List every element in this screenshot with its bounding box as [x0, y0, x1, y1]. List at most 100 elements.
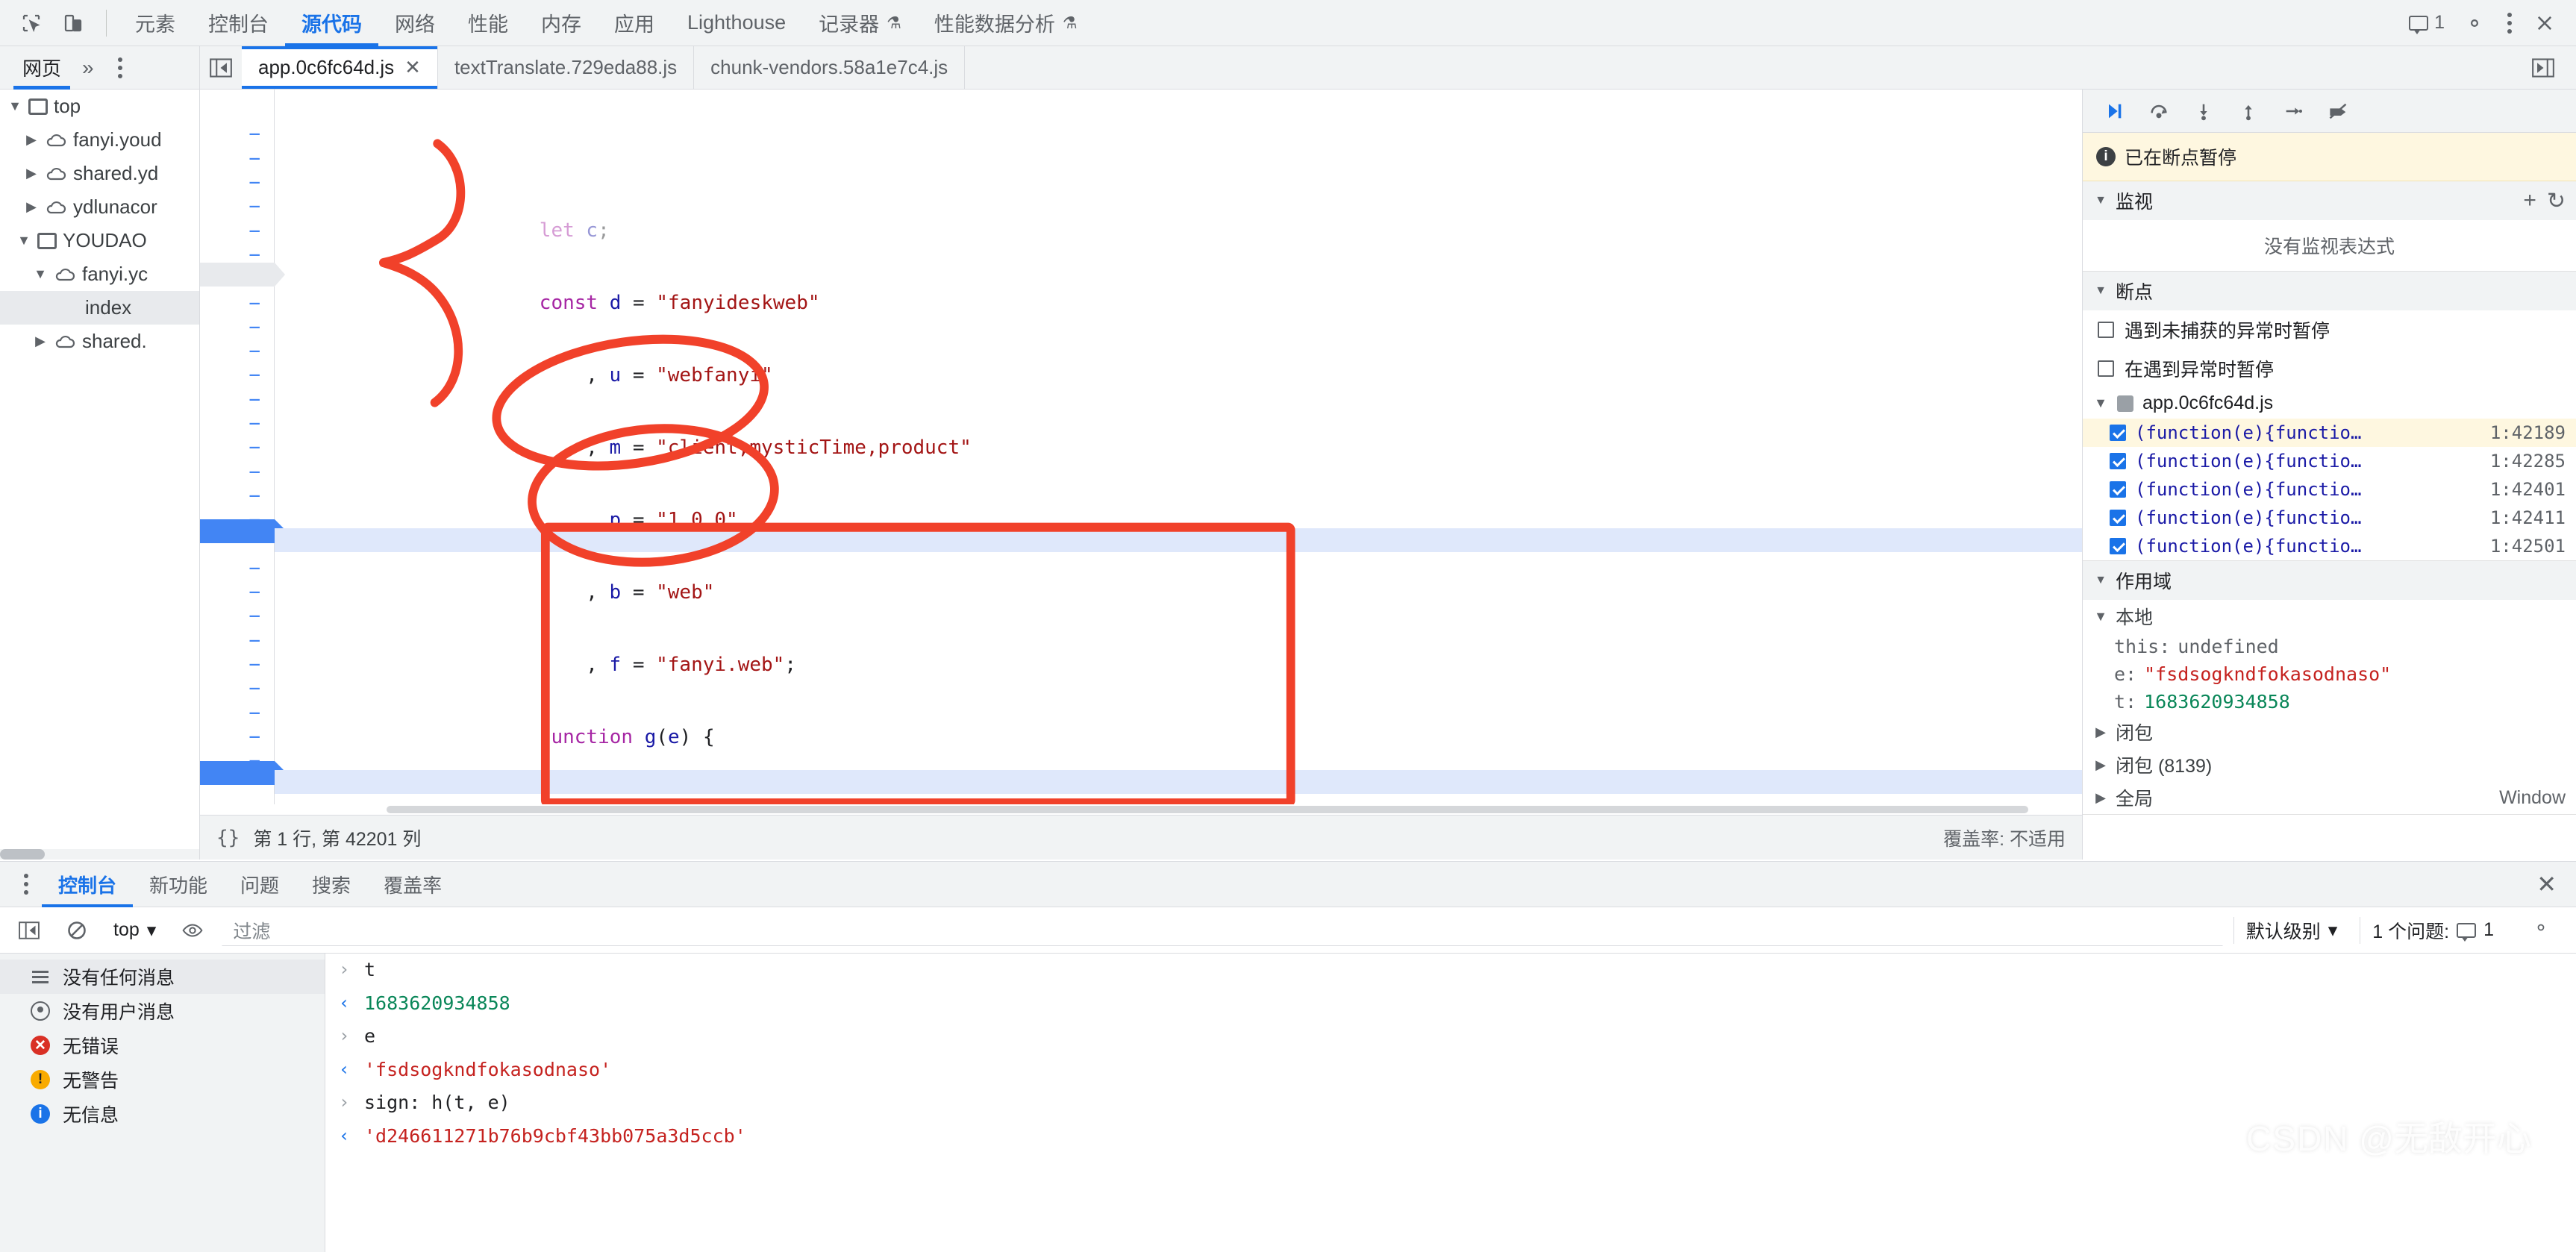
code-line[interactable]: return r.a.createHash("md5").update(e).d… — [275, 798, 2082, 804]
watch-section-header[interactable]: 监视 + ↻ — [2083, 181, 2576, 220]
code-content[interactable]: let c; const d = "fanyideskweb" , u = "w… — [275, 90, 2082, 804]
scope-var-t[interactable]: t: 1683620934858 — [2083, 688, 2576, 716]
tree-item-shared-yd[interactable]: shared.yd — [0, 157, 199, 190]
gutter-line[interactable]: − — [200, 171, 274, 195]
gutter-line[interactable]: − — [200, 629, 274, 653]
console-sidebar-icon[interactable] — [10, 913, 48, 948]
panel-tab-lighthouse[interactable]: Lighthouse — [671, 0, 802, 46]
panel-tab-elements[interactable]: 元素 — [119, 0, 192, 46]
panel-tab-sources[interactable]: 源代码 — [285, 0, 378, 46]
code-line[interactable]: , u = "webfanyi" — [275, 363, 2082, 387]
navigator-file-tree[interactable]: top fanyi.youd shared.yd ydlunacor — [0, 90, 200, 860]
gutter-line[interactable]: − — [200, 291, 274, 315]
scope-group-closure-8139[interactable]: 闭包 (8139) — [2083, 748, 2576, 781]
editor-horizontal-scrollbar[interactable] — [200, 804, 2082, 815]
pretty-print-icon[interactable]: {} — [216, 827, 240, 849]
line-number-gutter[interactable]: − − − − − − − − − − − − − − − − − − − − — [200, 90, 287, 804]
chevron-right-icon[interactable] — [24, 166, 39, 181]
close-icon[interactable]: ✕ — [404, 56, 421, 79]
code-line[interactable]: let c; — [275, 219, 2082, 242]
drawer-tab-whats-new[interactable]: 新功能 — [133, 861, 224, 907]
chevron-down-icon[interactable] — [2093, 284, 2108, 298]
checkbox[interactable] — [2098, 360, 2114, 377]
console-log-row[interactable]: ‹ 'd246611271b76b9cbf43bb075a3d5ccb' — [325, 1120, 2576, 1154]
kebab-menu-icon[interactable] — [2495, 12, 2524, 34]
chevron-down-icon[interactable] — [16, 233, 31, 248]
gutter-line[interactable]: − — [200, 147, 274, 171]
scope-var-this[interactable]: this: undefined — [2083, 633, 2576, 660]
breakpoint-item[interactable]: (function(e){functio… 1:42411 — [2083, 504, 2576, 532]
gear-icon[interactable] — [2454, 4, 2495, 43]
code-line[interactable]: , p = "1.0.0" — [275, 508, 2082, 532]
clear-console-icon[interactable] — [58, 913, 96, 948]
panel-tab-performance-insights[interactable]: 性能数据分析 ⚗ — [918, 0, 1094, 46]
refresh-icon[interactable]: ↻ — [2547, 188, 2566, 214]
scrollbar-thumb[interactable] — [387, 806, 2028, 813]
device-toolbar-icon[interactable] — [52, 4, 94, 43]
chevron-right-icon[interactable] — [2093, 790, 2108, 806]
gutter-line[interactable]: − — [200, 677, 274, 701]
gutter-line[interactable]: − — [200, 580, 274, 604]
code-line[interactable]: , b = "web" — [275, 580, 2082, 604]
editor-tab-chunk-vendors-js[interactable]: chunk-vendors.58a1e7c4.js — [694, 46, 966, 89]
step-into-icon[interactable] — [2183, 94, 2225, 128]
tree-item-index[interactable]: index — [0, 291, 199, 325]
console-log-row[interactable]: ‹ 'fsdsogkndfokasodnaso' — [325, 1054, 2576, 1087]
close-icon[interactable] — [2524, 4, 2566, 43]
console-log-row[interactable]: › sign: h(t, e) — [325, 1086, 2576, 1120]
console-log-list[interactable]: › t ‹ 1683620934858 › e ‹ 'fsdsogkndfoka… — [325, 954, 2576, 1252]
gutter-line[interactable]: − — [200, 122, 274, 146]
editor-tab-app-js[interactable]: app.0c6fc64d.js ✕ — [242, 46, 438, 89]
code-area[interactable]: − − − − − − − − − − − − − − − − − − − − — [200, 90, 2082, 804]
console-log-row[interactable]: › t — [325, 954, 2576, 987]
console-sidebar-item-user[interactable]: 没有用户消息 — [0, 994, 325, 1028]
scope-group-global[interactable]: 全局 Window — [2083, 781, 2576, 814]
close-icon[interactable]: ✕ — [2517, 870, 2576, 898]
breakpoint-file-group[interactable]: app.0c6fc64d.js — [2083, 388, 2576, 419]
tree-item-ydlunacor[interactable]: ydlunacor — [0, 190, 199, 224]
console-sidebar-item-warnings[interactable]: ! 无警告 — [0, 1062, 325, 1097]
scope-group-closure[interactable]: 闭包 — [2083, 716, 2576, 748]
resume-script-icon[interactable] — [2093, 94, 2135, 128]
chevron-down-icon[interactable] — [2093, 194, 2108, 207]
tree-item-shared[interactable]: shared. — [0, 325, 199, 358]
code-line[interactable]: , f = "fanyi.web"; — [275, 653, 2082, 677]
gutter-line[interactable]: − — [200, 412, 274, 436]
gutter-line[interactable]: − — [200, 363, 274, 387]
panel-tab-performance[interactable]: 性能 — [451, 0, 525, 46]
show-debugger-sidebar-icon[interactable] — [2522, 57, 2564, 78]
checkbox[interactable] — [2110, 453, 2126, 469]
navigator-horizontal-scrollbar[interactable] — [0, 849, 199, 860]
tree-item-fanyi-yc[interactable]: fanyi.yc — [0, 257, 199, 291]
gutter-line[interactable]: − — [200, 484, 274, 508]
checkbox[interactable] — [2098, 322, 2114, 338]
console-issues-link[interactable]: 1 个问题: 1 — [2360, 916, 2506, 944]
tree-item-youdao[interactable]: YOUDAO — [0, 224, 199, 257]
more-tabs-icon[interactable]: » — [73, 56, 103, 80]
deactivate-breakpoints-icon[interactable] — [2317, 94, 2359, 128]
gutter-line[interactable]: − — [200, 557, 274, 580]
gutter-line[interactable]: − — [200, 219, 274, 242]
gutter-line[interactable]: − — [200, 436, 274, 460]
drawer-tab-issues[interactable]: 问题 — [224, 861, 296, 907]
panel-tab-application[interactable]: 应用 — [598, 0, 671, 46]
tree-item-fanyi-youdao[interactable]: fanyi.youd — [0, 123, 199, 157]
gutter-line[interactable]: − — [200, 725, 274, 749]
panel-tab-console[interactable]: 控制台 — [192, 0, 285, 46]
code-line[interactable]: , m = "client,mysticTime,product" — [275, 436, 2082, 460]
plus-icon[interactable]: + — [2523, 188, 2536, 213]
scrollbar-thumb[interactable] — [0, 849, 45, 860]
chevron-down-icon[interactable] — [7, 98, 22, 114]
console-filter-input[interactable]: 过滤 — [222, 914, 2223, 946]
breakpoint-item[interactable]: (function(e){functio… 1:42189 — [2083, 419, 2576, 447]
gutter-line[interactable]: − — [200, 339, 274, 363]
live-expression-icon[interactable] — [174, 913, 211, 948]
step-over-icon[interactable] — [2138, 94, 2180, 128]
navigator-tab-page[interactable]: 网页 — [13, 46, 71, 90]
console-context-selector[interactable]: top ▾ — [106, 919, 163, 942]
scope-section-header[interactable]: 作用域 — [2083, 561, 2576, 600]
show-navigator-icon[interactable] — [200, 46, 242, 89]
console-log-row[interactable]: ‹ 1683620934858 — [325, 987, 2576, 1021]
chevron-right-icon[interactable] — [24, 132, 39, 148]
code-line[interactable]: function g(e) { — [275, 725, 2082, 749]
